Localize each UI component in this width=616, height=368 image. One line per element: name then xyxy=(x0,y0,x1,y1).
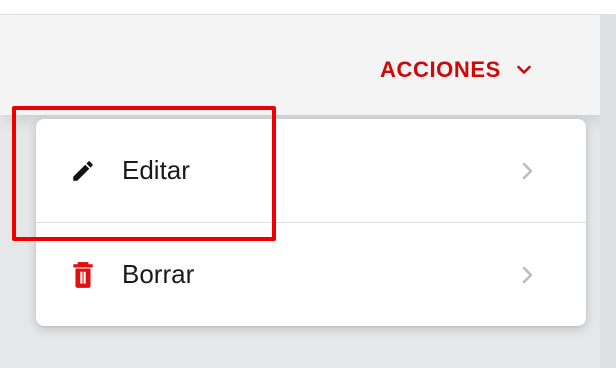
trash-icon xyxy=(68,260,98,290)
top-strip xyxy=(0,0,616,15)
right-edge xyxy=(600,15,616,368)
chevron-down-icon xyxy=(517,65,531,75)
menu-item-label: Editar xyxy=(122,155,190,185)
pencil-icon xyxy=(68,156,98,186)
chevron-right-icon xyxy=(520,263,536,287)
menu-item-label: Borrar xyxy=(122,259,195,289)
menu-item-editar[interactable]: Editar xyxy=(36,119,586,222)
actions-menu: Editar Borrar xyxy=(36,119,586,326)
actions-button[interactable]: ACCIONES xyxy=(380,55,531,85)
menu-item-borrar[interactable]: Borrar xyxy=(36,222,586,326)
chevron-right-icon xyxy=(520,159,536,183)
actions-label: ACCIONES xyxy=(380,57,501,82)
